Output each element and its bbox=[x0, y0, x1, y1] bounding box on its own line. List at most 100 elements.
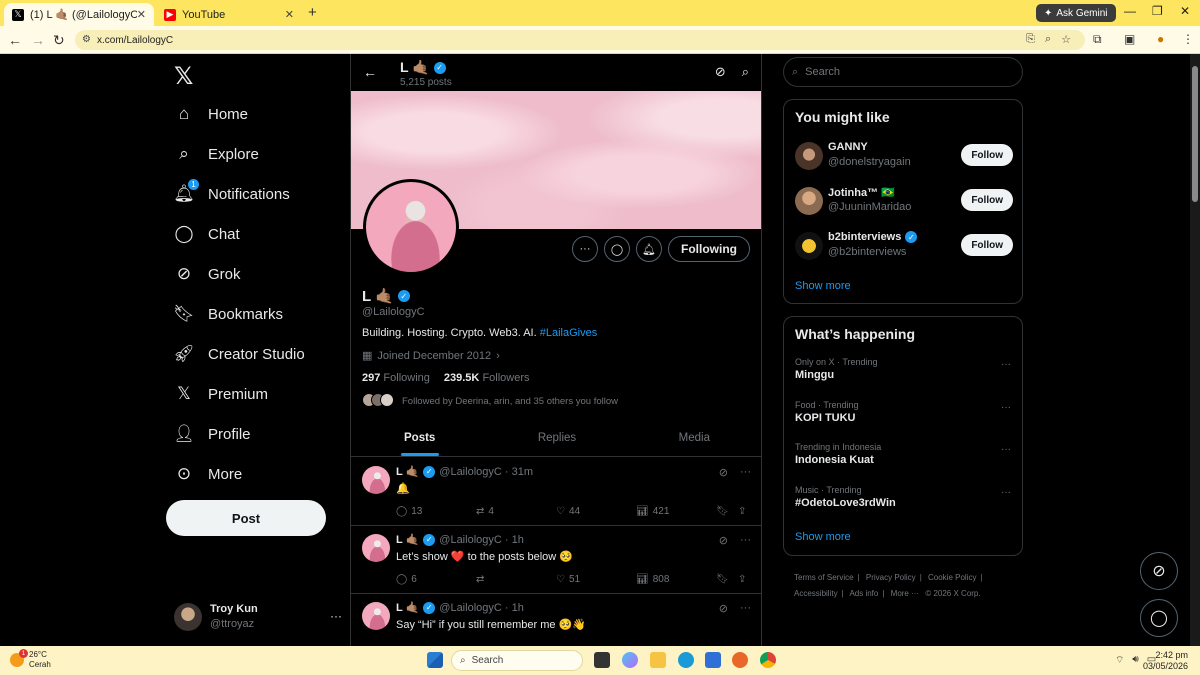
profile-icon[interactable]: ● bbox=[1157, 32, 1164, 46]
install-icon[interactable]: ⎘ bbox=[1026, 33, 1035, 46]
windows-start-icon[interactable] bbox=[427, 652, 443, 668]
follow-button[interactable]: Follow bbox=[961, 144, 1013, 166]
grok-icon[interactable]: ⊘ bbox=[719, 602, 728, 615]
back-arrow-icon[interactable]: ← bbox=[363, 64, 377, 80]
more-options-button[interactable]: ··· bbox=[572, 236, 598, 262]
trend-item[interactable]: Food · Trending KOPI TUKU ··· bbox=[795, 400, 1013, 434]
followed-by[interactable]: Followed by Deerina, arin, and 35 others… bbox=[362, 393, 618, 410]
bookmark-button[interactable]: 🔖︎ bbox=[716, 574, 729, 585]
new-tab-button[interactable]: + bbox=[308, 4, 317, 21]
sidepanel-icon[interactable]: ▣ bbox=[1124, 32, 1135, 46]
task-view-icon[interactable] bbox=[594, 652, 610, 668]
scrollbar-thumb[interactable] bbox=[1192, 66, 1198, 202]
avatar[interactable] bbox=[362, 534, 390, 562]
avatar[interactable] bbox=[362, 602, 390, 630]
more-icon[interactable]: ··· bbox=[740, 466, 751, 479]
post-item[interactable]: L 🤙🏽 ✓ @LailologyC · 31m ⊘ ··· 🔔 ◯ 13 ⇄ 4 ♡… bbox=[351, 458, 761, 526]
more-icon[interactable]: ··· bbox=[740, 534, 751, 547]
tab-posts[interactable]: Posts bbox=[351, 421, 488, 456]
nav-grok[interactable]: ⊘ Grok bbox=[174, 254, 241, 294]
trend-item[interactable]: Trending in Indonesia Indonesia Kuat ··· bbox=[795, 442, 1013, 476]
grok-icon[interactable]: ⊘ bbox=[715, 64, 726, 80]
suggestion-item[interactable]: GANNY @donelstryagain Follow bbox=[795, 140, 1013, 174]
accessibility-link[interactable]: Accessibility bbox=[794, 589, 838, 598]
tab-x-profile[interactable]: 𝕏 (1) L 🤙🏽 (@LailologyC) / X ✕ bbox=[4, 3, 154, 26]
clock[interactable]: 2:42 pm 03/05/2026 bbox=[1143, 650, 1188, 672]
grok-floating-button[interactable]: ⊘ bbox=[1140, 552, 1178, 590]
minimize-icon[interactable]: — bbox=[1124, 4, 1136, 18]
followers-link[interactable]: 239.5K Followers bbox=[444, 372, 530, 384]
scrollbar[interactable] bbox=[1190, 54, 1200, 646]
more-icon[interactable]: ··· bbox=[1001, 402, 1011, 413]
nav-premium[interactable]: 𝕏 Premium bbox=[174, 374, 268, 414]
tab-replies[interactable]: Replies bbox=[488, 421, 625, 456]
like-button[interactable]: ♡ 44 bbox=[556, 506, 580, 517]
x-logo-icon[interactable]: 𝕏 bbox=[174, 62, 193, 91]
nav-profile[interactable]: 👤︎ Profile bbox=[173, 414, 250, 454]
post-item[interactable]: L 🤙🏽 ✓ @LailologyC · 1h ⊘ ··· Let’s show … bbox=[351, 526, 761, 594]
views-button[interactable]: 📊︎ 808 bbox=[636, 574, 669, 585]
nav-chat[interactable]: ◯ Chat bbox=[174, 214, 239, 254]
close-window-icon[interactable]: ✕ bbox=[1180, 4, 1190, 18]
nav-notifications[interactable]: 🔔︎ 1 Notifications bbox=[173, 174, 290, 214]
maximize-icon[interactable]: ❐ bbox=[1152, 4, 1163, 18]
repost-button[interactable]: ⇄ bbox=[476, 574, 488, 585]
store-icon[interactable] bbox=[705, 652, 721, 668]
extensions-icon[interactable]: ⧉ bbox=[1093, 32, 1102, 47]
file-explorer-icon[interactable] bbox=[650, 652, 666, 668]
share-button[interactable]: ⇪ bbox=[738, 574, 746, 585]
following-button[interactable]: Following bbox=[668, 236, 750, 262]
ask-gemini-button[interactable]: ✦ Ask Gemini bbox=[1036, 4, 1116, 22]
reply-button[interactable]: ◯ 13 bbox=[396, 506, 422, 517]
views-button[interactable]: 📊︎ 421 bbox=[636, 506, 669, 517]
follow-button[interactable]: Follow bbox=[961, 189, 1013, 211]
suggestion-item[interactable]: Jotinha™ 🇧🇷 @JuuninMaridao Follow bbox=[795, 185, 1013, 219]
bookmark-button[interactable]: 🔖︎ bbox=[716, 506, 729, 517]
nav-creator-studio[interactable]: 🚀︎ Creator Studio bbox=[173, 334, 305, 374]
more-icon[interactable]: ··· bbox=[740, 602, 751, 615]
post-author[interactable]: L 🤙🏽 bbox=[396, 601, 419, 614]
nav-bookmarks[interactable]: 🔖︎ Bookmarks bbox=[173, 294, 283, 334]
profile-joined[interactable]: ▦ Joined December 2012 › bbox=[362, 349, 500, 363]
following-link[interactable]: 297 Following bbox=[362, 372, 430, 384]
message-button[interactable]: ◯ bbox=[604, 236, 630, 262]
star-icon[interactable]: ☆ bbox=[1061, 33, 1071, 46]
copilot-icon[interactable] bbox=[622, 652, 638, 668]
search-icon[interactable]: ⌕ bbox=[742, 64, 749, 80]
follow-button[interactable]: Follow bbox=[961, 234, 1013, 256]
share-button[interactable]: ⇪ bbox=[738, 506, 746, 517]
grok-icon[interactable]: ⊘ bbox=[719, 466, 728, 479]
show-more-link[interactable]: Show more bbox=[795, 280, 851, 292]
privacy-link[interactable]: Privacy Policy bbox=[866, 573, 916, 582]
notify-button[interactable]: 🔔︎ bbox=[636, 236, 662, 262]
post-button[interactable]: Post bbox=[166, 500, 326, 536]
weather-widget[interactable]: 1 26°C Cerah bbox=[10, 649, 51, 670]
reply-button[interactable]: ◯ 6 bbox=[396, 574, 417, 585]
reload-icon[interactable]: ↻ bbox=[53, 32, 65, 49]
suggestion-item[interactable]: b2binterviews ✓ @b2binterviews Follow bbox=[795, 230, 1013, 264]
chrome-icon[interactable] bbox=[760, 652, 776, 668]
avatar[interactable] bbox=[362, 466, 390, 494]
more-icon[interactable]: ··· bbox=[330, 609, 342, 623]
trend-item[interactable]: Only on X · Trending Minggu ··· bbox=[795, 357, 1013, 391]
trend-item[interactable]: Music · Trending #OdetoLove3rdWin ··· bbox=[795, 485, 1013, 519]
nav-more[interactable]: ⊙ More bbox=[174, 454, 242, 494]
volume-icon[interactable]: 🔊︎ bbox=[1132, 654, 1138, 667]
tab-media[interactable]: Media bbox=[626, 421, 761, 456]
search-input[interactable]: ⌕ Search bbox=[783, 57, 1023, 87]
ads-info-link[interactable]: Ads info bbox=[849, 589, 878, 598]
back-icon[interactable]: ← bbox=[8, 32, 22, 48]
chat-floating-button[interactable]: ◯ bbox=[1140, 599, 1178, 637]
nav-home[interactable]: ⌂ Home bbox=[174, 94, 248, 134]
more-icon[interactable]: ··· bbox=[1001, 444, 1011, 455]
forward-icon[interactable]: → bbox=[31, 32, 45, 48]
account-switcher[interactable]: Troy Kun @ttroyaz ··· bbox=[174, 597, 350, 637]
bio-hashtag-link[interactable]: #LailaGives bbox=[540, 327, 597, 339]
more-link[interactable]: More ··· bbox=[891, 589, 919, 598]
menu-icon[interactable]: ⋮ bbox=[1182, 32, 1194, 46]
taskbar-search[interactable]: ⌕ Search bbox=[451, 650, 583, 671]
like-button[interactable]: ♡ 51 bbox=[556, 574, 580, 585]
edge-icon[interactable] bbox=[678, 652, 694, 668]
site-info-icon[interactable]: ⚙ bbox=[82, 34, 91, 45]
profile-avatar[interactable] bbox=[363, 179, 459, 275]
